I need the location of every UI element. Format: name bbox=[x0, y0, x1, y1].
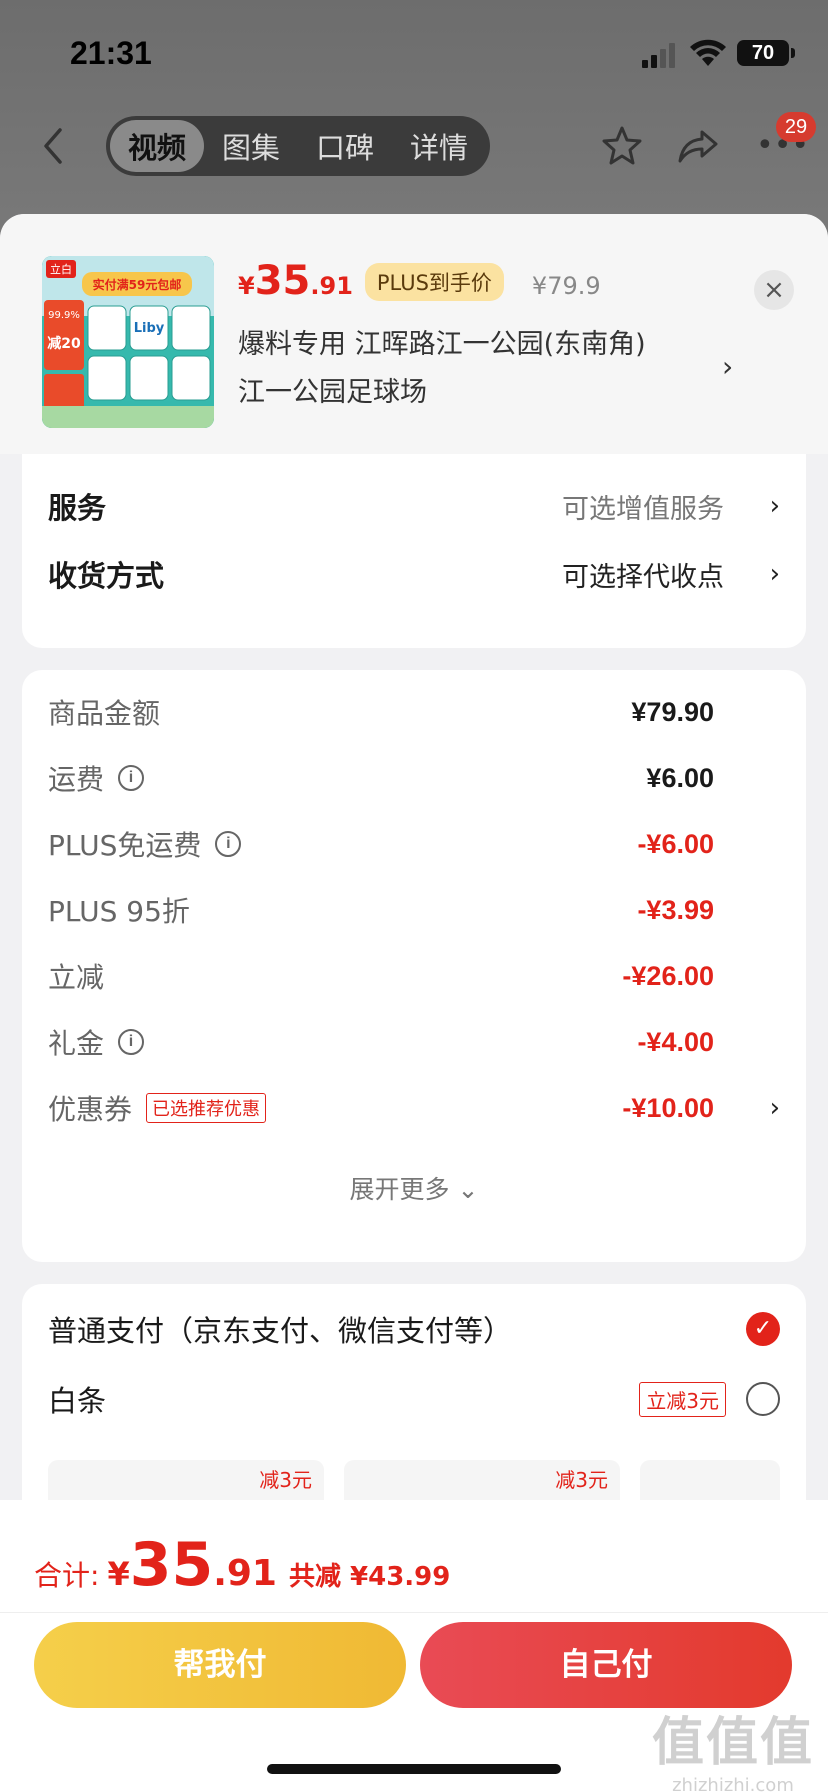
total-label: 合计: bbox=[34, 1559, 100, 1592]
plan-discount: 减3元 bbox=[555, 1468, 608, 1492]
price-integer: 35 bbox=[254, 258, 311, 304]
plus-discount-row: PLUS 95折 -¥3.99 bbox=[48, 890, 780, 930]
shipping-row: 运费 i ¥6.00 bbox=[48, 758, 780, 798]
chevron-right-icon: › bbox=[769, 491, 780, 521]
total-currency: ¥ bbox=[107, 1555, 130, 1593]
delivery-label: 收货方式 bbox=[48, 559, 165, 593]
media-tabs: 视频 图集 口碑 详情 bbox=[106, 116, 490, 176]
instant-discount-row: 立减 -¥26.00 bbox=[48, 956, 780, 996]
checkout-bar: 合计: ¥ 35 .91 共减 ¥43.99 帮我付 自己付 值值值 zhizh… bbox=[0, 1500, 828, 1792]
plus-price-tag: PLUS到手价 bbox=[364, 263, 504, 301]
delivery-row[interactable]: 收货方式 可选择代收点 › bbox=[48, 554, 780, 594]
service-row[interactable]: 服务 可选增值服务 › bbox=[48, 486, 780, 526]
coupon-value: -¥10.00 bbox=[622, 1092, 714, 1123]
price-currency: ¥ bbox=[238, 272, 255, 300]
gift-money-label: 礼金 bbox=[48, 1027, 105, 1060]
tab-details[interactable]: 详情 bbox=[392, 120, 486, 172]
coupon-label: 优惠券 bbox=[48, 1093, 133, 1126]
shipping-value: ¥6.00 bbox=[646, 762, 714, 793]
product-header: 立白 实付满59元包邮 99.9% 减20 Liby ¥ 35 .91 PLUS… bbox=[0, 214, 828, 454]
watermark-text: 值值值 bbox=[651, 1713, 814, 1773]
home-indicator bbox=[267, 1764, 561, 1774]
wifi-icon bbox=[690, 39, 726, 66]
price-line: ¥ 35 .91 PLUS到手价 ¥79.9 bbox=[238, 258, 601, 308]
chevron-right-icon: › bbox=[769, 559, 780, 589]
pay-option-baitiao[interactable]: 白条 立减3元 bbox=[48, 1376, 780, 1422]
coupon-row[interactable]: 优惠券 已选推荐优惠 -¥10.00 › bbox=[48, 1088, 780, 1128]
service-value: 可选增值服务 bbox=[562, 493, 724, 525]
original-price: ¥79.9 bbox=[531, 272, 601, 300]
expand-more-button[interactable]: 展开更多 ⌄ bbox=[22, 1170, 806, 1206]
order-total: 合计: ¥ 35 .91 共减 ¥43.99 bbox=[34, 1530, 450, 1600]
pay-option-normal[interactable]: 普通支付（京东支付、微信支付等） ✓ bbox=[48, 1306, 780, 1352]
thumb-badge-line2: 减20 bbox=[47, 335, 81, 352]
instant-discount-value: -¥26.00 bbox=[622, 960, 714, 991]
battery-indicator: 70 bbox=[737, 40, 795, 66]
watermark-logo: 值值值 zhizhizhi.com bbox=[652, 1700, 814, 1792]
normal-pay-label: 普通支付（京东支付、微信支付等） bbox=[48, 1314, 513, 1348]
status-time: 21:31 bbox=[70, 35, 152, 71]
plus-free-shipping-value: -¥6.00 bbox=[637, 828, 714, 859]
plus-discount-value: -¥3.99 bbox=[637, 894, 714, 925]
total-decimal: .91 bbox=[213, 1553, 277, 1594]
shipping-label: 运费 bbox=[48, 763, 105, 796]
delivery-value: 可选择代收点 bbox=[562, 561, 724, 593]
status-bar: 21:31 70 bbox=[0, 30, 828, 80]
tab-video[interactable]: 视频 bbox=[110, 120, 204, 172]
price-summary-card: 商品金额 ¥79.90 运费 i ¥6.00 PLUS免运费 i -¥6.00 … bbox=[22, 670, 806, 1262]
info-icon[interactable]: i bbox=[215, 831, 242, 857]
coupon-selected-tag: 已选推荐优惠 bbox=[146, 1093, 267, 1123]
plan-discount: 减3元 bbox=[259, 1468, 312, 1492]
thumb-brand-text: 立白 bbox=[50, 262, 72, 276]
thumb-logo-text: Liby bbox=[134, 321, 165, 336]
baitiao-label: 白条 bbox=[48, 1384, 107, 1418]
checkmark-icon[interactable]: ✓ bbox=[746, 1312, 780, 1346]
close-button[interactable]: × bbox=[754, 270, 794, 310]
radio-unchecked-icon[interactable] bbox=[746, 1382, 780, 1416]
subtotal-value: ¥79.90 bbox=[631, 696, 714, 727]
price-decimal: .91 bbox=[310, 272, 353, 300]
top-nav-bar: 视频 图集 口碑 详情 ••• bbox=[0, 110, 828, 180]
cellular-signal-icon bbox=[642, 43, 675, 68]
tab-gallery[interactable]: 图集 bbox=[204, 120, 298, 172]
address-chevron-icon[interactable]: › bbox=[722, 350, 733, 383]
baitiao-discount-tag: 立减3元 bbox=[639, 1381, 726, 1417]
subtotal-row: 商品金额 ¥79.90 bbox=[48, 692, 780, 732]
instant-discount-label: 立减 bbox=[48, 961, 105, 994]
back-icon[interactable] bbox=[36, 124, 70, 168]
plus-discount-label: PLUS 95折 bbox=[48, 895, 190, 928]
product-image: 立白 实付满59元包邮 99.9% 减20 Liby bbox=[42, 256, 214, 428]
divider bbox=[0, 1612, 828, 1613]
product-thumbnail[interactable]: 立白 实付满59元包邮 99.9% 减20 Liby bbox=[42, 256, 214, 428]
self-pay-button[interactable]: 自己付 bbox=[420, 1622, 792, 1708]
service-label: 服务 bbox=[48, 491, 107, 525]
info-icon[interactable]: i bbox=[118, 1029, 145, 1055]
subtotal-label: 商品金额 bbox=[48, 697, 161, 730]
gift-money-row: 礼金 i -¥4.00 bbox=[48, 1022, 780, 1062]
favorite-star-icon[interactable] bbox=[600, 124, 644, 168]
chevron-right-icon: › bbox=[769, 1093, 780, 1123]
thumb-banner-text: 实付满59元包邮 bbox=[93, 277, 182, 292]
thumb-badge-line1: 99.9% bbox=[48, 310, 80, 321]
notification-badge: 29 bbox=[776, 112, 816, 142]
address-line-1[interactable]: 爆料专用 江晖路江一公园(东南角) bbox=[238, 322, 646, 361]
share-icon[interactable] bbox=[676, 126, 720, 166]
gift-money-value: -¥4.00 bbox=[637, 1026, 714, 1057]
help-pay-button[interactable]: 帮我付 bbox=[34, 1622, 406, 1708]
address-line-2[interactable]: 江一公园足球场 bbox=[238, 370, 427, 409]
tab-reviews[interactable]: 口碑 bbox=[298, 120, 392, 172]
plus-free-shipping-row: PLUS免运费 i -¥6.00 bbox=[48, 824, 780, 864]
total-discount: 共减 ¥43.99 bbox=[288, 1562, 451, 1592]
watermark-url: zhizhizhi.com bbox=[672, 1775, 794, 1792]
total-integer: 35 bbox=[129, 1530, 214, 1600]
info-icon[interactable]: i bbox=[118, 765, 145, 791]
plus-free-shipping-label: PLUS免运费 bbox=[48, 829, 202, 862]
